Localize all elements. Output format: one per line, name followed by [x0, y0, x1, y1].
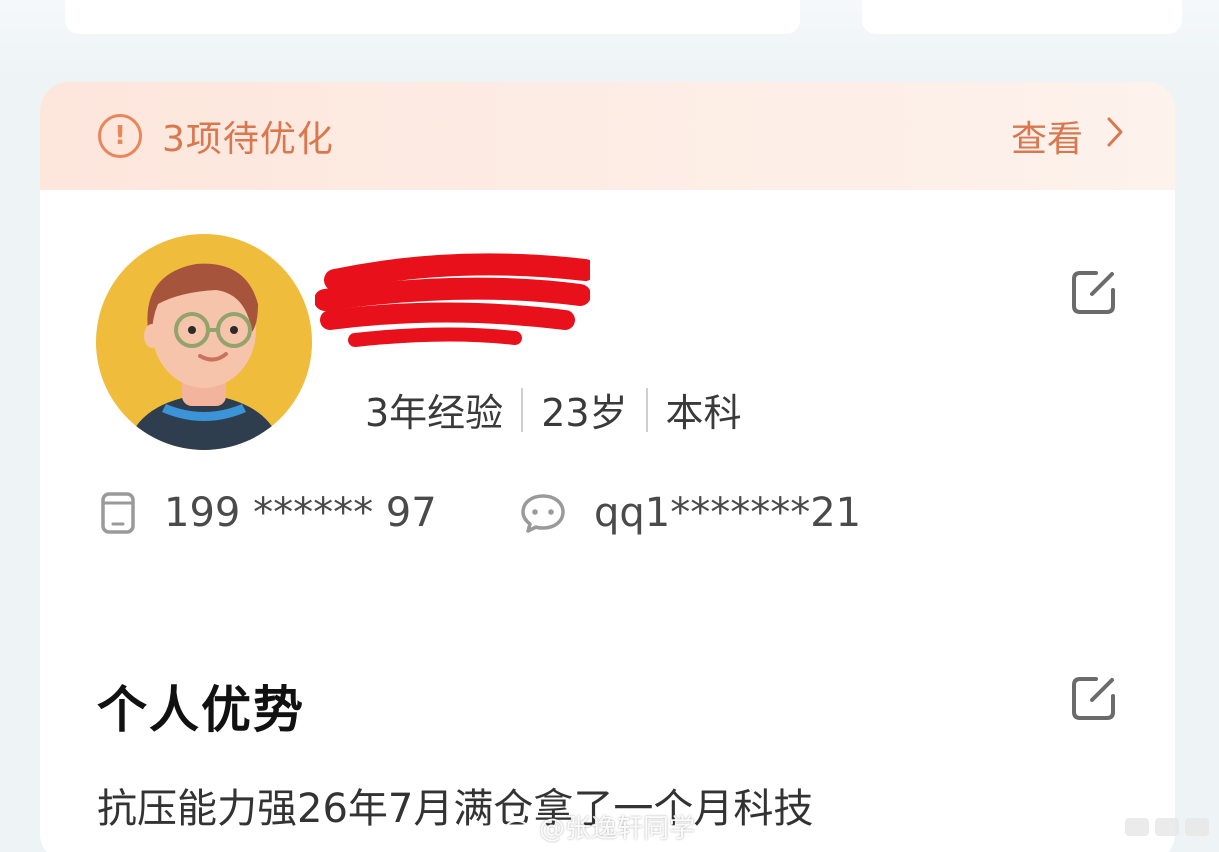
chevron-right-icon — [1105, 115, 1125, 158]
optimization-banner[interactable]: ! 3项待优化 查看 — [40, 82, 1175, 190]
resume-card: ! 3项待优化 查看 3年经验 23岁 本科 199 ****** 97 qq1… — [40, 82, 1175, 852]
phone-icon — [101, 492, 135, 534]
wechat-id: qq1*******21 — [594, 490, 862, 536]
profile-meta: 3年经验 23岁 本科 — [365, 382, 742, 437]
watermark-text: @张逸轩同学 — [539, 814, 696, 844]
banner-text: 3项待优化 — [162, 119, 334, 160]
top-panel-left — [65, 0, 800, 34]
avatar[interactable] — [96, 234, 312, 450]
control-block — [1155, 818, 1179, 836]
experience-years: 3年经验 — [365, 391, 504, 435]
phone-contact[interactable]: 199 ****** 97 — [100, 490, 437, 536]
education: 本科 — [665, 391, 742, 435]
exclamation-circle-icon: ! — [98, 114, 142, 158]
section-title: 个人优势 — [97, 681, 305, 739]
edit-icon[interactable] — [1070, 268, 1118, 316]
control-block — [1125, 818, 1149, 836]
phone-number: 199 ****** 97 — [164, 490, 437, 536]
divider — [645, 387, 648, 432]
bottom-controls — [1125, 818, 1209, 836]
edit-icon[interactable] — [1070, 674, 1118, 722]
control-block — [1185, 818, 1209, 836]
view-link-label: 查看 — [1010, 119, 1083, 160]
divider — [521, 387, 524, 432]
view-link[interactable]: 查看 — [1011, 110, 1125, 162]
age: 23岁 — [541, 391, 628, 435]
top-panel-right — [862, 0, 1182, 34]
wechat-contact[interactable]: qq1*******21 — [520, 490, 861, 536]
watermark: @张逸轩同学 — [505, 808, 695, 845]
wechat-icon — [521, 494, 565, 533]
redacted-name — [315, 253, 590, 347]
weibo-icon — [505, 819, 529, 838]
advantage-text: 抗压能力强26年7月满仓拿了一个月科技 — [97, 786, 814, 832]
